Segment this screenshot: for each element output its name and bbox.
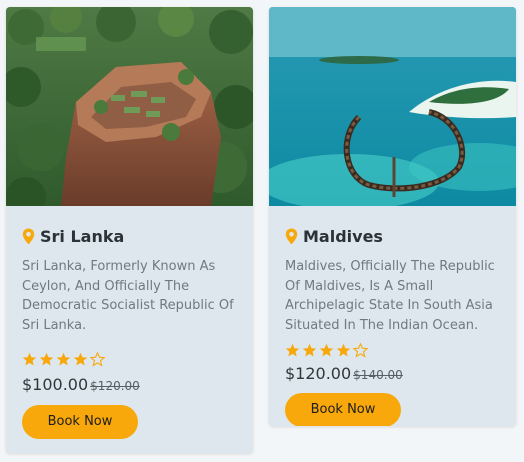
old-price: $120.00 [90, 379, 140, 393]
location-pin-icon [22, 228, 35, 245]
star-filled-icon [285, 343, 300, 357]
destination-card-sri-lanka: Sri Lanka Sri Lanka, Formerly Known As C… [6, 7, 253, 453]
destination-image-maldives [269, 7, 516, 206]
rating-stars [285, 343, 500, 358]
price-row: $120.00 $140.00 [285, 364, 500, 383]
destination-grid: Sri Lanka Sri Lanka, Formerly Known As C… [0, 0, 524, 462]
star-filled-icon [39, 352, 54, 366]
destination-description: Sri Lanka, Formerly Known As Ceylon, And… [22, 259, 234, 333]
star-filled-icon [302, 343, 317, 357]
current-price: $120.00 [285, 364, 352, 383]
star-filled-icon [73, 352, 88, 366]
star-outline-icon [353, 343, 368, 358]
star-filled-icon [56, 352, 71, 366]
book-now-button[interactable]: Book Now [285, 393, 401, 426]
star-filled-icon [336, 343, 351, 357]
star-filled-icon [319, 343, 334, 357]
destination-card-maldives: Maldives Maldives, Officially The Republ… [269, 7, 516, 426]
destination-description: Maldives, Officially The Republic Of Mal… [285, 259, 495, 333]
destination-title: Maldives [303, 227, 383, 246]
book-now-button[interactable]: Book Now [22, 405, 138, 439]
rating-stars [22, 352, 237, 367]
current-price: $100.00 [22, 375, 89, 394]
destination-title: Sri Lanka [40, 227, 125, 246]
location-pin-icon [285, 228, 298, 245]
star-filled-icon [22, 352, 37, 366]
old-price: $140.00 [353, 368, 403, 382]
star-outline-icon [90, 352, 105, 367]
price-row: $100.00 $120.00 [22, 375, 237, 394]
destination-image-sri-lanka [6, 7, 253, 206]
